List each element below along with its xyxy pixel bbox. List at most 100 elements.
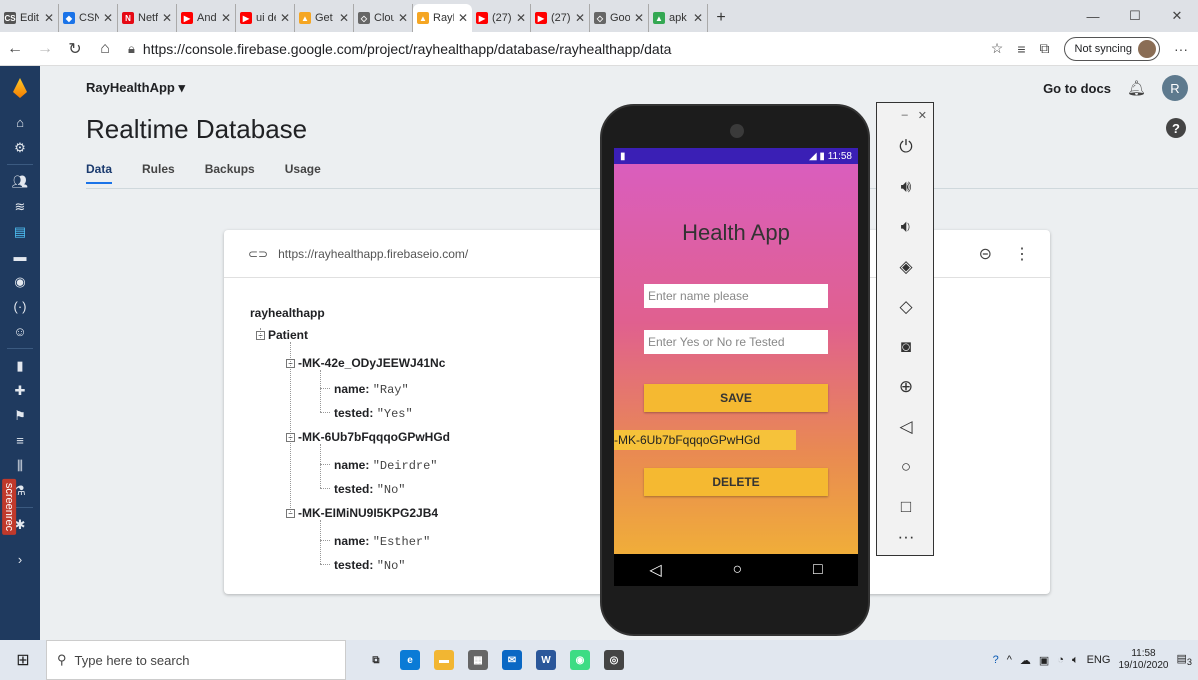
task-view-icon[interactable]: ⧉ [366,650,386,670]
home-button[interactable]: ⌂ [90,34,120,64]
browser-tab[interactable]: ◆ CSN ✕ [59,4,118,32]
new-tab-button[interactable]: + [708,4,734,32]
go-to-docs-link[interactable]: Go to docs [1043,81,1111,96]
rotate-right-icon[interactable]: ◇ [877,287,935,327]
close-tab-icon[interactable]: ✕ [398,11,408,25]
tab-usage[interactable]: Usage [285,162,321,184]
browser-tab[interactable]: ◇ Cloud ✕ [354,4,413,32]
help-tray-icon[interactable]: ? [993,654,999,666]
name-input[interactable]: Enter name please [644,284,828,308]
collapse-node-icon[interactable]: − [286,509,295,519]
tree-leaf-name[interactable]: name: "Ray" [334,382,409,397]
notifications-icon[interactable]: ▤3 [1177,652,1193,667]
project-selector[interactable]: RayHealthApp ▾ [86,80,185,96]
authentication-icon[interactable]: 👥︎ [0,169,40,194]
flag-icon[interactable]: ⚑ [0,403,40,428]
tree-leaf-name[interactable]: name: "Deirdre" [334,458,438,473]
show-hidden-icons-icon[interactable]: ^ [1007,654,1012,666]
close-tab-icon[interactable]: ✕ [634,11,644,25]
volume-up-icon[interactable]: 🔊︎ [877,167,935,207]
collapse-node-icon[interactable]: − [286,359,295,369]
taskbar-search-box[interactable]: ⚲ Type here to search [46,640,346,680]
browser-tab[interactable]: ▶ Andr ✕ [177,4,236,32]
browser-tab[interactable]: ▲ apk fi ✕ [649,4,708,32]
browser-tab[interactable]: ◇ Goog ✕ [590,4,649,32]
edge-icon[interactable]: e [400,650,420,670]
onedrive-icon[interactable]: ☁ [1020,654,1031,667]
language-indicator[interactable]: ENG [1087,654,1111,666]
tree-leaf-name[interactable]: name: "Esther" [334,534,430,549]
store-icon[interactable]: ▦ [468,650,488,670]
reload-button[interactable]: ↻ [60,34,90,64]
android-studio-icon[interactable]: ◉ [570,650,590,670]
favorite-star-icon[interactable]: ☆ [991,40,1004,57]
close-tab-icon[interactable]: ✕ [44,11,54,25]
browser-tab[interactable]: ▶ ui de ✕ [236,4,295,32]
emulator-minimize-button[interactable]: – [902,109,908,122]
tested-input[interactable]: Enter Yes or No re Tested [644,330,828,354]
display-icon[interactable]: ▣ [1039,654,1049,667]
forward-button[interactable]: → [30,34,60,64]
browser-tab[interactable]: ▶ (27) F ✕ [472,4,531,32]
tab-backups[interactable]: Backups [205,162,255,184]
nav-home-icon[interactable]: ○ [732,561,742,579]
tree-node-record[interactable]: − -MK-42e_ODyJEEWJ41Nc [286,356,445,370]
maximize-button[interactable]: ☐ [1114,0,1156,32]
back-button[interactable]: ← [0,34,30,64]
file-explorer-icon[interactable]: ▬ [434,650,454,670]
close-tab-icon[interactable]: ✕ [575,11,585,25]
browser-tab[interactable]: N Netfli ✕ [118,4,177,32]
firebase-logo[interactable] [0,66,40,110]
browser-tab[interactable]: ▲ RayH ✕ [413,4,472,32]
crashlytics-icon[interactable]: ✚ [0,378,40,403]
hosting-icon[interactable]: ◉ [0,269,40,294]
tree-root[interactable]: rayhealthapp [250,306,325,320]
home-circle-icon[interactable]: ○ [877,447,935,487]
collections-icon[interactable]: ⧉ [1040,40,1050,57]
collapse-node-icon[interactable]: − [256,331,265,341]
more-vert-icon[interactable]: ⋮ [1014,244,1030,264]
close-tab-icon[interactable]: ✕ [339,11,349,25]
close-tab-icon[interactable]: ✕ [458,11,468,25]
collapse-icon[interactable]: ⊝ [979,244,992,264]
tree-node-record[interactable]: − -MK-6Ub7bFqqqoGPwHGd [286,430,450,444]
ml-kit-icon[interactable]: ☺ [0,319,40,344]
close-tab-icon[interactable]: ✕ [693,11,703,25]
windows-start-icon[interactable]: ⊞ [0,640,46,680]
mail-icon[interactable]: ✉ [502,650,522,670]
settings-gear-icon[interactable]: ⚙ [0,135,40,160]
help-icon[interactable]: ? [1166,118,1186,138]
word-icon[interactable]: W [536,650,556,670]
close-tab-icon[interactable]: ✕ [103,11,113,25]
taskbar-clock[interactable]: 11:58 19/10/2020 [1118,648,1168,672]
zoom-icon[interactable]: ⊕ [877,367,935,407]
close-tab-icon[interactable]: ✕ [516,11,526,25]
emulator-app-icon[interactable]: ◎ [604,650,624,670]
remote-config-icon[interactable]: ≡ [0,428,40,453]
tab-data[interactable]: Data [86,162,113,184]
tree-leaf-tested[interactable]: tested: "No" [334,482,406,497]
nav-back-icon[interactable]: ◁ [649,560,661,580]
notifications-bell-icon[interactable]: 🔔︎ [1127,79,1146,97]
volume-down-icon[interactable]: 🔉︎ [877,207,935,247]
tree-node-patient[interactable]: − Patient [256,328,308,342]
browser-tab[interactable]: ▶ (27) F ✕ [531,4,590,32]
collapse-node-icon[interactable]: − [286,433,295,443]
browser-tab[interactable]: ▲ Get d ✕ [295,4,354,32]
emulator-close-button[interactable]: ✕ [918,109,927,122]
save-button[interactable]: SAVE [644,384,828,412]
firestore-icon[interactable]: ≋ [0,194,40,219]
nav-recents-icon[interactable]: □ [813,561,823,579]
favorites-list-icon[interactable]: ≡ [1017,41,1025,57]
close-window-button[interactable]: ✕ [1156,0,1198,32]
delete-button[interactable]: DELETE [644,468,828,496]
rotate-left-icon[interactable]: ◈ [877,247,935,287]
close-tab-icon[interactable]: ✕ [162,11,172,25]
home-icon[interactable]: ⌂ [0,110,40,135]
analytics-icon[interactable]: ▮ [0,353,40,378]
power-icon[interactable]: ⏻ [877,127,935,167]
profile-sync-button[interactable]: Not syncing [1063,36,1160,61]
more-options-icon[interactable]: ··· [877,517,935,557]
storage-icon[interactable]: ▬ [0,244,40,269]
back-icon[interactable]: ◁ [877,407,935,447]
